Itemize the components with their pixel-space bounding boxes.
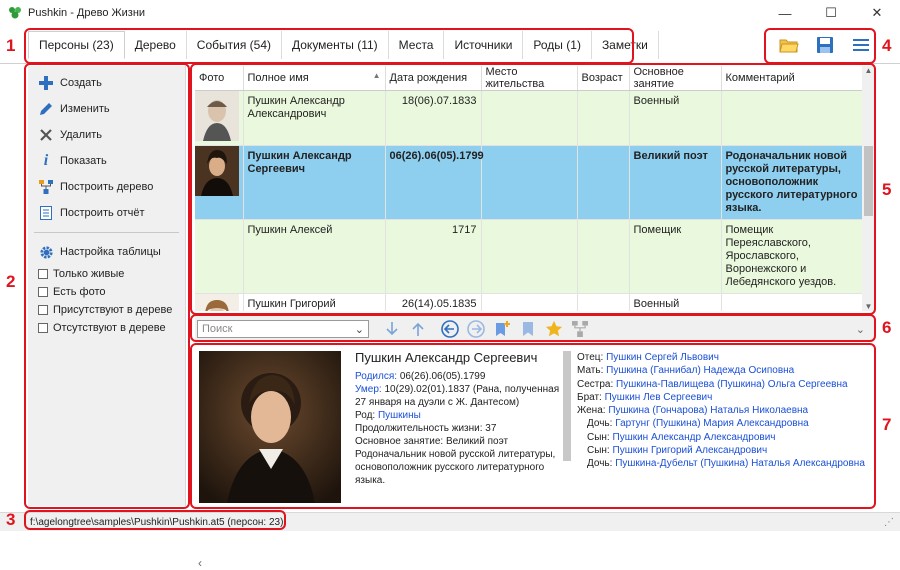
resize-grip-icon[interactable]: ⋰ (884, 517, 894, 528)
callout-box-6 (190, 314, 876, 342)
callout-number-5: 5 (882, 180, 892, 199)
minimize-button[interactable]: — (762, 0, 808, 26)
collapse-sidebar-icon[interactable]: ‹ (198, 556, 202, 570)
callout-box-7 (190, 343, 876, 509)
callout-number-1: 1 (6, 36, 16, 55)
app-tree-icon (9, 7, 21, 19)
callout-box-3 (24, 510, 286, 530)
callout-number-7: 7 (882, 415, 892, 434)
callout-number-6: 6 (882, 318, 892, 337)
callout-number-3: 3 (6, 510, 16, 529)
close-button[interactable]: ✕ (854, 0, 900, 26)
window-title: Pushkin - Древо Жизни (28, 7, 146, 19)
callout-box-2 (24, 63, 190, 509)
title-bar: Pushkin - Древо Жизни — ☐ ✕ (0, 0, 900, 26)
callout-number-4: 4 (882, 36, 892, 55)
callout-box-5 (190, 63, 876, 315)
callout-box-1 (24, 28, 634, 64)
maximize-button[interactable]: ☐ (808, 0, 854, 26)
callout-box-4 (764, 28, 876, 64)
callout-number-2: 2 (6, 272, 16, 291)
